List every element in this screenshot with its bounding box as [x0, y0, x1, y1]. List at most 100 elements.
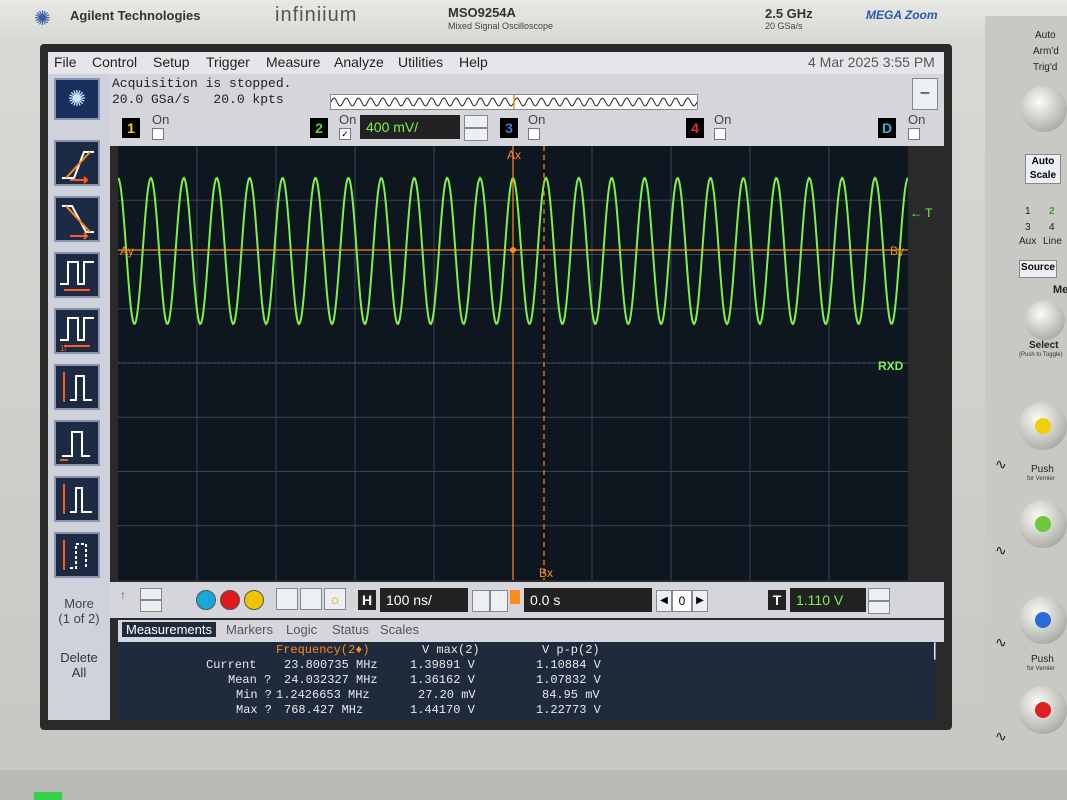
acquisition-status-text: Acquisition is stopped.	[112, 76, 292, 91]
glitch-trigger-tool-icon[interactable]	[54, 364, 100, 410]
row-max-vmax: 1.44170 V	[410, 703, 475, 717]
channel-3-checkbox[interactable]	[528, 128, 540, 140]
setup-hold-trigger-tool-icon[interactable]	[54, 532, 100, 578]
digital-channel-checkbox[interactable]	[908, 128, 920, 140]
row-mean-vmax: 1.36162 V	[410, 673, 475, 687]
channel-2-scale-down-button[interactable]	[464, 128, 488, 141]
save-icon[interactable]	[300, 588, 322, 610]
channel-2-button[interactable]: 2	[310, 118, 328, 138]
rising-edge-trigger-tool-icon[interactable]	[54, 140, 100, 186]
row-max-label: Max ?	[236, 703, 273, 717]
menu-control[interactable]: Control	[92, 54, 137, 70]
source-3-label: 3	[1025, 222, 1031, 233]
pulse-width-trigger-tool-icon[interactable]	[54, 252, 100, 298]
timebase-scale-field[interactable]: 100 ns/	[380, 588, 468, 612]
channel-2-scale-up-button[interactable]	[464, 115, 488, 128]
run-button[interactable]	[196, 590, 216, 610]
select-sub-label: (Push to Toggle)	[1019, 352, 1063, 358]
trigger-level-knob[interactable]	[1021, 86, 1067, 132]
channel-1-vernier-label: for Vernier	[1027, 476, 1055, 482]
timeout-trigger-tool-icon[interactable]	[54, 476, 100, 522]
menu-file[interactable]: File	[54, 54, 77, 70]
agilent-home-icon[interactable]: ✺	[54, 78, 100, 120]
auto-scale-button[interactable]: Auto Scale	[1025, 154, 1061, 184]
trigger-reference-icon[interactable]	[510, 590, 520, 604]
menu-setup[interactable]: Setup	[153, 54, 190, 70]
print-icon[interactable]	[276, 588, 298, 610]
menu-utilities[interactable]: Utilities	[398, 54, 443, 70]
cursor-ay-label: Ay	[120, 244, 134, 258]
falling-edge-trigger-tool-icon[interactable]	[54, 196, 100, 242]
digital-channel-state: On	[908, 112, 926, 127]
acquisition-rate-text: 20.0 GSa/s 20.0 kpts	[112, 92, 284, 107]
channel-bar: 1 On 2 On ✓ 400 mV/ 3 On 4 On D On	[110, 112, 944, 146]
select-label: Select	[1029, 340, 1059, 351]
product-line-label: infiniium	[275, 4, 358, 26]
memory-overview-bar[interactable]	[330, 94, 698, 110]
row-mean-vpp: 1.07832 V	[536, 673, 601, 687]
timebase-delay-field[interactable]: 0.0 s	[524, 588, 652, 612]
position-up-button[interactable]	[140, 588, 162, 600]
channel-1-knob-indicator	[1035, 418, 1051, 434]
runt-trigger-tool-icon[interactable]	[54, 420, 100, 466]
channel-3-state: On	[528, 112, 546, 127]
trigger-level-marker[interactable]: ← T	[910, 206, 932, 220]
channel-3-knob-indicator	[1035, 612, 1051, 628]
stop-button[interactable]	[220, 590, 240, 610]
more-button[interactable]: More (1 of 2)	[54, 590, 104, 636]
digital-channel-button[interactable]: D	[878, 118, 896, 138]
tab-markers[interactable]: Markers	[226, 622, 273, 637]
delete-all-label: Delete All	[60, 650, 98, 680]
single-button[interactable]	[244, 590, 264, 610]
auto-led-label: Auto	[1035, 30, 1056, 41]
row-current-label: Current	[206, 658, 257, 672]
measurement-header-vmax: V max(2)	[422, 643, 480, 657]
trigger-level-down-button[interactable]	[868, 601, 890, 614]
row-max-vpp: 1.22773 V	[536, 703, 601, 717]
cursor-bx-bottom-label: Bx	[539, 566, 554, 580]
row-min-label: Min ?	[236, 688, 273, 702]
menu-measure[interactable]: Measure	[266, 54, 320, 70]
minimize-button[interactable]: –	[912, 78, 938, 110]
select-knob[interactable]	[1025, 300, 1065, 340]
row-min-vmax: 27.20 mV	[418, 688, 476, 702]
row-mean-frequency: 24.032327 MHz	[284, 673, 378, 687]
channel-3-button[interactable]: 3	[500, 118, 518, 138]
rxd-label: RXD	[878, 359, 904, 373]
delay-right-button[interactable]: ▶	[692, 590, 708, 612]
menu-trigger[interactable]: Trigger	[206, 54, 250, 70]
tab-status[interactable]: Status	[332, 622, 369, 637]
cursor-intersection-marker	[510, 247, 516, 253]
trigger-label[interactable]: T	[768, 590, 786, 610]
row-mean-label: Mean ?	[228, 673, 272, 687]
pulse-1-trigger-tool-icon[interactable]: 1/	[54, 308, 100, 354]
menu-analyze[interactable]: Analyze	[334, 54, 384, 70]
horizontal-label[interactable]: H	[358, 590, 376, 610]
menu-help[interactable]: Help	[459, 54, 488, 70]
trigger-level-field[interactable]: 1.110 V	[790, 588, 866, 612]
tab-scales[interactable]: Scales	[380, 622, 419, 637]
brightness-icon[interactable]: ☼	[324, 588, 346, 610]
channel-2-checkbox[interactable]: ✓	[339, 128, 351, 140]
channel-1-checkbox[interactable]	[152, 128, 164, 140]
tab-measurements[interactable]: Measurements	[122, 622, 216, 637]
delay-zoom-field[interactable]: 0	[672, 590, 692, 612]
position-down-button[interactable]	[140, 600, 162, 612]
delay-left-button[interactable]: ◀	[656, 590, 672, 612]
channel-4-button[interactable]: 4	[686, 118, 704, 138]
source-aux-label: Aux	[1019, 236, 1037, 247]
timebase-wave-icon[interactable]	[490, 590, 508, 612]
timebase-mode-icon[interactable]	[472, 590, 490, 612]
channel-1-button[interactable]: 1	[122, 118, 140, 138]
tab-logic[interactable]: Logic	[286, 622, 317, 637]
channel-4-checkbox[interactable]	[714, 128, 726, 140]
waveform-display[interactable]: Ax Bx Ay By	[118, 146, 908, 580]
scroll-arrow-icon[interactable]: ↑	[120, 588, 126, 602]
source-button[interactable]: Source	[1019, 260, 1057, 278]
agilent-logo-icon: ✺	[34, 8, 51, 30]
trigger-level-up-button[interactable]	[868, 588, 890, 601]
delete-all-button[interactable]: Delete All	[54, 644, 104, 694]
channel-3-vernier-label: for Vernier	[1027, 666, 1055, 672]
more-label: More	[64, 596, 94, 611]
channel-2-scale-field[interactable]: 400 mV/	[360, 115, 460, 139]
